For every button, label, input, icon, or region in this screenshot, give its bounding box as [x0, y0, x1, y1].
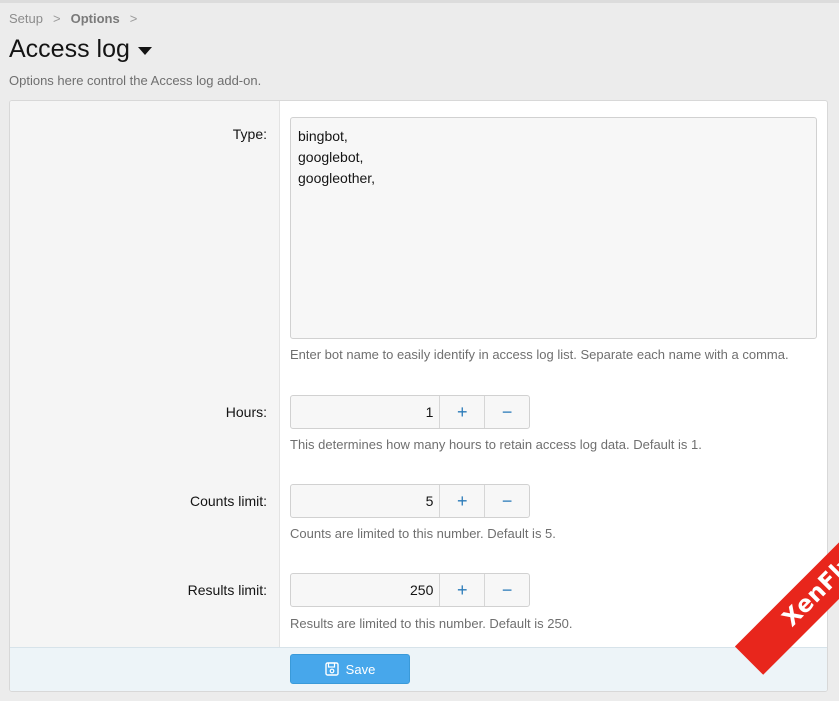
results-limit-increment-button[interactable]: +: [440, 574, 486, 606]
save-button[interactable]: Save: [290, 654, 410, 684]
page-description: Options here control the Access log add-…: [9, 73, 262, 88]
results-limit-label: Results limit:: [187, 582, 267, 598]
top-border: [0, 0, 839, 3]
counts-limit-input[interactable]: 5: [291, 485, 441, 517]
hours-decrement-button[interactable]: −: [485, 396, 529, 428]
results-limit-input[interactable]: 250: [291, 574, 441, 606]
hours-stepper: 1 + −: [290, 395, 530, 429]
type-textarea[interactable]: bingbot, googlebot, googleother,: [290, 117, 817, 339]
breadcrumb-setup[interactable]: Setup: [9, 11, 43, 26]
page-title: Access log: [9, 35, 130, 63]
counts-limit-increment-button[interactable]: +: [440, 485, 486, 517]
caret-down-icon[interactable]: [137, 47, 152, 55]
counts-limit-decrement-button[interactable]: −: [485, 485, 529, 517]
hours-input[interactable]: 1: [291, 396, 441, 428]
hours-hint: This determines how many hours to retain…: [290, 437, 702, 452]
breadcrumb-options[interactable]: Options: [71, 11, 120, 26]
type-line: bingbot,: [298, 128, 348, 144]
save-icon: [324, 662, 339, 676]
title-row: Access log: [9, 35, 152, 64]
results-limit-decrement-button[interactable]: −: [485, 574, 529, 606]
breadcrumb-separator: >: [129, 11, 138, 26]
options-form: Type: Hours: Counts limit: Results limit…: [9, 100, 828, 692]
counts-limit-stepper: 5 + −: [290, 484, 530, 518]
counts-limit-label: Counts limit:: [189, 493, 267, 509]
results-limit-stepper: 250 + −: [290, 573, 530, 607]
type-hint: Enter bot name to easily identify in acc…: [290, 347, 789, 362]
hours-label: Hours:: [225, 404, 267, 420]
labels-column: Type: Hours: Counts limit: Results limit…: [10, 101, 280, 647]
results-limit-hint: Results are limited to this number. Defa…: [290, 616, 573, 631]
form-footer: Save: [10, 647, 827, 691]
type-line: googleother,: [298, 170, 376, 186]
counts-limit-hint: Counts are limited to this number. Defau…: [290, 526, 556, 541]
type-line: googlebot,: [298, 149, 364, 165]
hours-increment-button[interactable]: +: [440, 396, 486, 428]
breadcrumb-separator: >: [52, 11, 61, 26]
breadcrumb: Setup > Options >: [9, 11, 147, 26]
save-button-label: Save: [345, 661, 376, 677]
type-label: Type:: [232, 126, 267, 142]
